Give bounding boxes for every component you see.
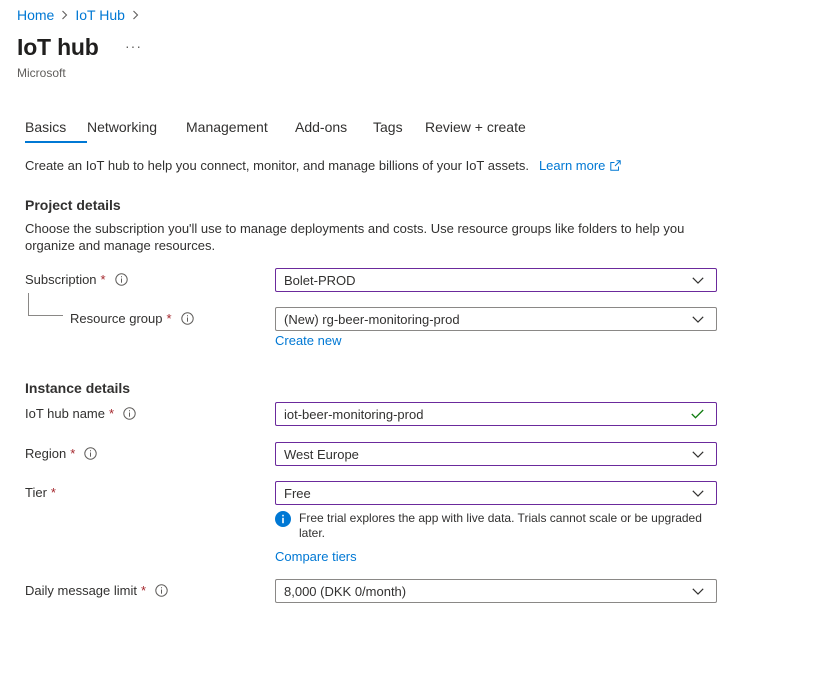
project-details-description: Choose the subscription you'll use to ma… (25, 221, 685, 253)
breadcrumb-iot-hub[interactable]: IoT Hub (75, 7, 125, 23)
chevron-down-icon (692, 315, 704, 323)
wizard-tabs: Basics Networking Management Add-ons Tag… (25, 119, 526, 143)
subscription-value: Bolet-PROD (284, 272, 356, 288)
required-marker: * (108, 406, 115, 421)
region-label-row: Region * (25, 446, 97, 461)
tier-info-text: Free trial explores the app with live da… (299, 511, 702, 540)
hub-name-input[interactable]: iot-beer-monitoring-prod (275, 402, 717, 426)
subscription-label: Subscription (25, 272, 97, 287)
daily-limit-label: Daily message limit (25, 583, 137, 598)
subscription-label-row: Subscription * (25, 272, 128, 287)
tab-review-create[interactable]: Review + create (425, 119, 526, 143)
checkmark-icon (691, 409, 704, 419)
tab-basics[interactable]: Basics (25, 119, 87, 143)
tier-label-row: Tier * (25, 485, 56, 500)
info-icon[interactable] (123, 407, 136, 420)
chevron-right-icon (61, 10, 68, 20)
learn-more-link[interactable]: Learn more (538, 158, 622, 173)
resource-group-value: (New) rg-beer-monitoring-prod (284, 311, 460, 327)
subscription-dropdown[interactable]: Bolet-PROD (275, 268, 717, 292)
required-marker: * (70, 446, 76, 461)
intro-text: Create an IoT hub to help you connect, m… (25, 158, 529, 173)
hub-name-value: iot-beer-monitoring-prod (284, 406, 424, 422)
create-new-link[interactable]: Create new (275, 333, 341, 348)
resource-group-label-row: Resource group * (70, 311, 194, 326)
region-label: Region (25, 446, 67, 461)
iot-hub-create-page: Home IoT Hub IoT hub ··· Microsoft Basic… (0, 0, 840, 687)
info-icon[interactable] (180, 312, 194, 325)
daily-limit-dropdown[interactable]: 8,000 (DKK 0/month) (275, 579, 717, 603)
tab-tags[interactable]: Tags (373, 119, 425, 143)
tier-info-message: Free trial explores the app with live da… (275, 511, 715, 541)
region-value: West Europe (284, 446, 359, 462)
breadcrumb: Home IoT Hub (17, 7, 146, 23)
chevron-down-icon (692, 489, 704, 497)
required-marker: * (166, 311, 172, 326)
resource-group-label: Resource group (70, 311, 163, 326)
more-options-button[interactable]: ··· (125, 38, 142, 54)
project-details-heading: Project details (25, 197, 121, 213)
external-link-icon (610, 160, 622, 171)
tab-management[interactable]: Management (186, 119, 295, 143)
instance-details-heading: Instance details (25, 380, 131, 396)
tree-connector (28, 293, 63, 316)
info-filled-icon (275, 511, 291, 541)
page-title: IoT hub (17, 34, 99, 60)
chevron-down-icon (692, 276, 704, 284)
daily-limit-value: 8,000 (DKK 0/month) (284, 583, 407, 599)
info-icon[interactable] (114, 273, 128, 286)
breadcrumb-home[interactable]: Home (17, 7, 54, 23)
tier-value: Free (284, 485, 311, 501)
info-icon[interactable] (155, 584, 168, 597)
publisher-label: Microsoft (17, 66, 66, 80)
hub-name-label-row: IoT hub name * (25, 406, 136, 421)
chevron-down-icon (692, 587, 704, 595)
intro-text-row: Create an IoT hub to help you connect, m… (25, 158, 622, 173)
learn-more-label: Learn more (538, 158, 606, 173)
required-marker: * (140, 583, 147, 598)
info-icon[interactable] (84, 447, 97, 460)
resource-group-dropdown[interactable]: (New) rg-beer-monitoring-prod (275, 307, 717, 331)
tier-label: Tier (25, 485, 47, 500)
tab-add-ons[interactable]: Add-ons (295, 119, 373, 143)
tab-networking[interactable]: Networking (87, 119, 186, 143)
compare-tiers-link[interactable]: Compare tiers (275, 549, 357, 564)
daily-limit-label-row: Daily message limit * (25, 583, 168, 598)
tier-dropdown[interactable]: Free (275, 481, 717, 505)
chevron-down-icon (692, 450, 704, 458)
chevron-right-icon (132, 10, 139, 20)
required-marker: * (100, 272, 106, 287)
region-dropdown[interactable]: West Europe (275, 442, 717, 466)
hub-name-label: IoT hub name (25, 406, 105, 421)
required-marker: * (50, 485, 56, 500)
